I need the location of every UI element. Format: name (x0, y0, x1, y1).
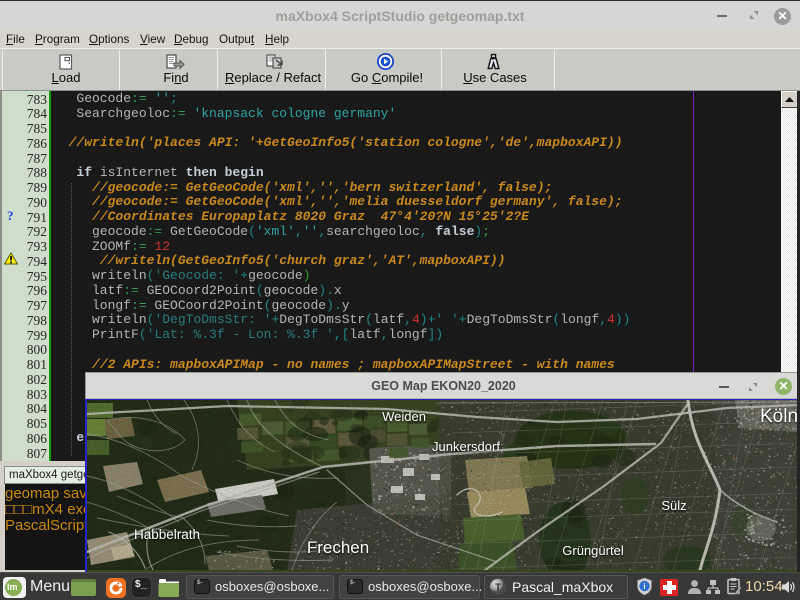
svg-text:i: i (643, 582, 645, 591)
svg-text:Weiden: Weiden (382, 409, 426, 424)
svg-text:Junkersdorf: Junkersdorf (432, 439, 500, 454)
svg-text:?: ? (7, 209, 14, 222)
svg-text:Köln: Köln (760, 406, 798, 427)
svg-text:Habbelrath: Habbelrath (134, 527, 200, 542)
svg-text:Grüngürtel: Grüngürtel (562, 543, 624, 558)
svg-text:Sülz: Sülz (661, 498, 686, 513)
svg-text:Frechen: Frechen (307, 538, 369, 557)
svg-text:T: T (495, 583, 501, 594)
